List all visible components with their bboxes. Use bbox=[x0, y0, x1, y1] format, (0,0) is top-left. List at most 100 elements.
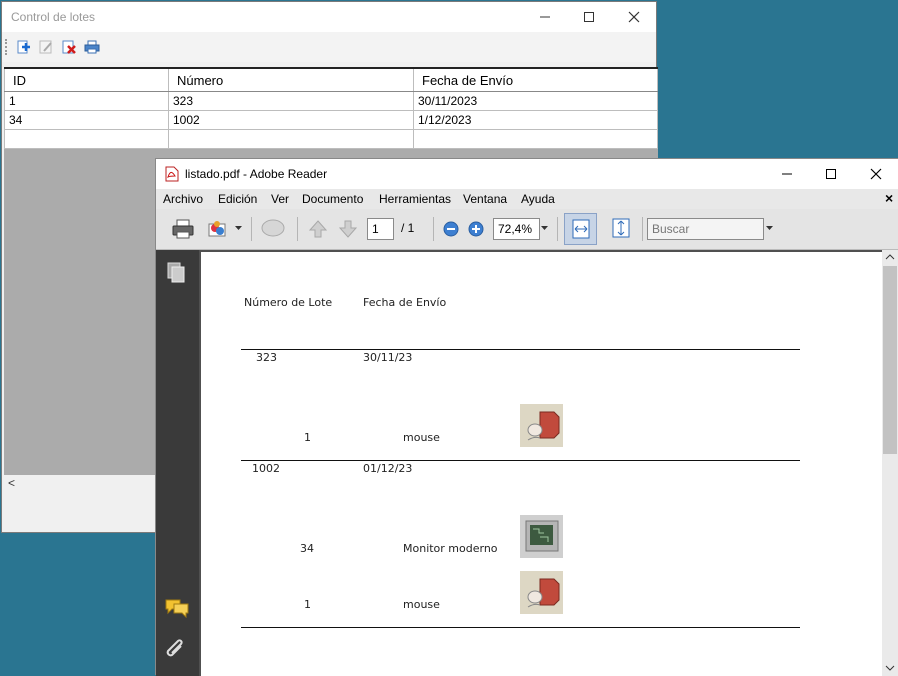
maximize-icon bbox=[584, 12, 594, 22]
page-total: / 1 bbox=[401, 221, 415, 235]
menu-herramientas[interactable]: Herramientas bbox=[379, 192, 451, 206]
comments-icon[interactable] bbox=[164, 598, 190, 618]
close-icon bbox=[628, 11, 640, 23]
scroll-left-button[interactable]: < bbox=[8, 476, 15, 490]
dropdown-arrow-icon[interactable] bbox=[235, 226, 243, 232]
zoom-in-icon[interactable] bbox=[468, 221, 484, 237]
pdf-item-name: Monitor moderno bbox=[403, 542, 498, 555]
menu-ayuda[interactable]: Ayuda bbox=[521, 192, 555, 206]
pdf-group-fecha: 01/12/23 bbox=[363, 462, 413, 475]
toolbar-grip[interactable] bbox=[5, 39, 9, 55]
menu-ver[interactable]: Ver bbox=[271, 192, 289, 206]
column-header-numero[interactable]: Número bbox=[168, 67, 414, 92]
minimize-icon bbox=[540, 16, 550, 18]
menu-archivo[interactable]: Archivo bbox=[163, 192, 203, 206]
table-row[interactable]: 1 323 30/11/2023 bbox=[4, 91, 658, 111]
attachment-icon[interactable] bbox=[165, 638, 187, 664]
menu-edicion[interactable]: Edición bbox=[218, 192, 257, 206]
document-area: Número de Lote Fecha de Envío 323 30/11/… bbox=[199, 250, 882, 676]
close-button[interactable] bbox=[853, 159, 898, 189]
horizontal-scrollbar[interactable]: < bbox=[4, 475, 158, 492]
maximize-button[interactable] bbox=[808, 159, 854, 189]
cell-id[interactable]: 1 bbox=[4, 91, 169, 111]
zoom-dropdown-icon[interactable] bbox=[541, 226, 549, 232]
separator bbox=[433, 217, 434, 241]
pdf-item-id: 1 bbox=[304, 598, 311, 611]
adobe-reader-window: listado.pdf - Adobe Reader Archivo Edici… bbox=[155, 158, 898, 676]
cell-numero[interactable]: 323 bbox=[168, 91, 414, 111]
edit-icon bbox=[39, 40, 52, 54]
divider bbox=[241, 349, 800, 350]
pdf-item-id: 34 bbox=[300, 542, 314, 555]
collaborate-icon[interactable] bbox=[207, 218, 231, 240]
cell-id[interactable]: 34 bbox=[4, 110, 169, 130]
table-row-new[interactable] bbox=[4, 129, 658, 149]
add-icon bbox=[17, 40, 30, 54]
cell-fecha[interactable] bbox=[413, 129, 658, 149]
arrow-down-icon[interactable] bbox=[338, 219, 358, 239]
pdf-header-lote: Número de Lote bbox=[244, 296, 333, 309]
column-header-id[interactable]: ID bbox=[4, 67, 169, 92]
cell-id[interactable] bbox=[4, 129, 169, 149]
title-bar: listado.pdf - Adobe Reader bbox=[156, 159, 898, 189]
scroll-down-icon[interactable] bbox=[885, 664, 895, 672]
fit-width-icon bbox=[572, 219, 590, 239]
delete-icon bbox=[62, 40, 76, 54]
pdf-group-lote: 1002 bbox=[252, 462, 280, 475]
pages-icon[interactable] bbox=[165, 262, 187, 284]
menu-ventana[interactable]: Ventana bbox=[463, 192, 507, 206]
scroll-up-icon[interactable] bbox=[885, 253, 895, 261]
divider bbox=[241, 460, 800, 461]
scroll-thumb[interactable] bbox=[883, 266, 897, 454]
print-button[interactable] bbox=[82, 37, 102, 57]
title-bar: Control de lotes bbox=[2, 2, 656, 32]
lotes-table: ID Número Fecha de Envío 1 323 30/11/202… bbox=[4, 67, 658, 149]
pdf-item-name: mouse bbox=[403, 431, 440, 444]
pdf-item-name: mouse bbox=[403, 598, 440, 611]
pdf-page: Número de Lote Fecha de Envío 323 30/11/… bbox=[201, 252, 882, 676]
cell-numero[interactable] bbox=[168, 129, 414, 149]
fit-page-button[interactable] bbox=[605, 213, 638, 245]
print-icon bbox=[84, 40, 100, 54]
menu-documento[interactable]: Documento bbox=[302, 192, 363, 206]
zoom-level-input[interactable]: 72,4% bbox=[493, 218, 540, 240]
window-title: listado.pdf - Adobe Reader bbox=[185, 167, 328, 181]
minimize-button[interactable] bbox=[522, 2, 568, 32]
pdf-item-id: 1 bbox=[304, 431, 311, 444]
pdf-group-fecha: 30/11/23 bbox=[363, 351, 413, 364]
separator bbox=[297, 217, 298, 241]
table-row[interactable]: 34 1002 1/12/2023 bbox=[4, 110, 658, 130]
zoom-out-icon[interactable] bbox=[443, 221, 459, 237]
close-icon bbox=[870, 168, 882, 180]
cell-numero[interactable]: 1002 bbox=[168, 110, 414, 130]
mouse-icon bbox=[520, 571, 563, 614]
vertical-scrollbar[interactable] bbox=[882, 250, 898, 676]
separator bbox=[642, 217, 643, 241]
minimize-icon bbox=[782, 173, 792, 175]
add-button[interactable] bbox=[13, 37, 33, 57]
mouse-icon bbox=[520, 404, 563, 447]
separator bbox=[251, 217, 252, 241]
menu-bar: Archivo Edición Ver Documento Herramient… bbox=[156, 189, 898, 209]
window-title: Control de lotes bbox=[11, 10, 96, 24]
pdf-file-icon bbox=[165, 166, 179, 182]
comment-disabled-icon bbox=[261, 219, 285, 237]
close-document-button[interactable]: × bbox=[885, 190, 893, 206]
edit-button[interactable] bbox=[36, 37, 56, 57]
search-input[interactable]: Buscar bbox=[647, 218, 764, 240]
search-dropdown-icon[interactable] bbox=[766, 226, 774, 232]
minimize-button[interactable] bbox=[764, 159, 810, 189]
fit-width-button[interactable] bbox=[564, 213, 597, 245]
maximize-button[interactable] bbox=[566, 2, 612, 32]
column-header-fecha[interactable]: Fecha de Envío bbox=[413, 67, 658, 92]
monitor-icon bbox=[520, 515, 563, 558]
cell-fecha[interactable]: 30/11/2023 bbox=[413, 91, 658, 111]
delete-button[interactable] bbox=[59, 37, 79, 57]
maximize-icon bbox=[826, 169, 836, 179]
arrow-up-icon[interactable] bbox=[308, 219, 328, 239]
close-button[interactable] bbox=[611, 2, 657, 32]
print-icon[interactable] bbox=[172, 218, 194, 240]
page-number-input[interactable]: 1 bbox=[367, 218, 394, 240]
fit-page-icon bbox=[612, 218, 630, 238]
cell-fecha[interactable]: 1/12/2023 bbox=[413, 110, 658, 130]
